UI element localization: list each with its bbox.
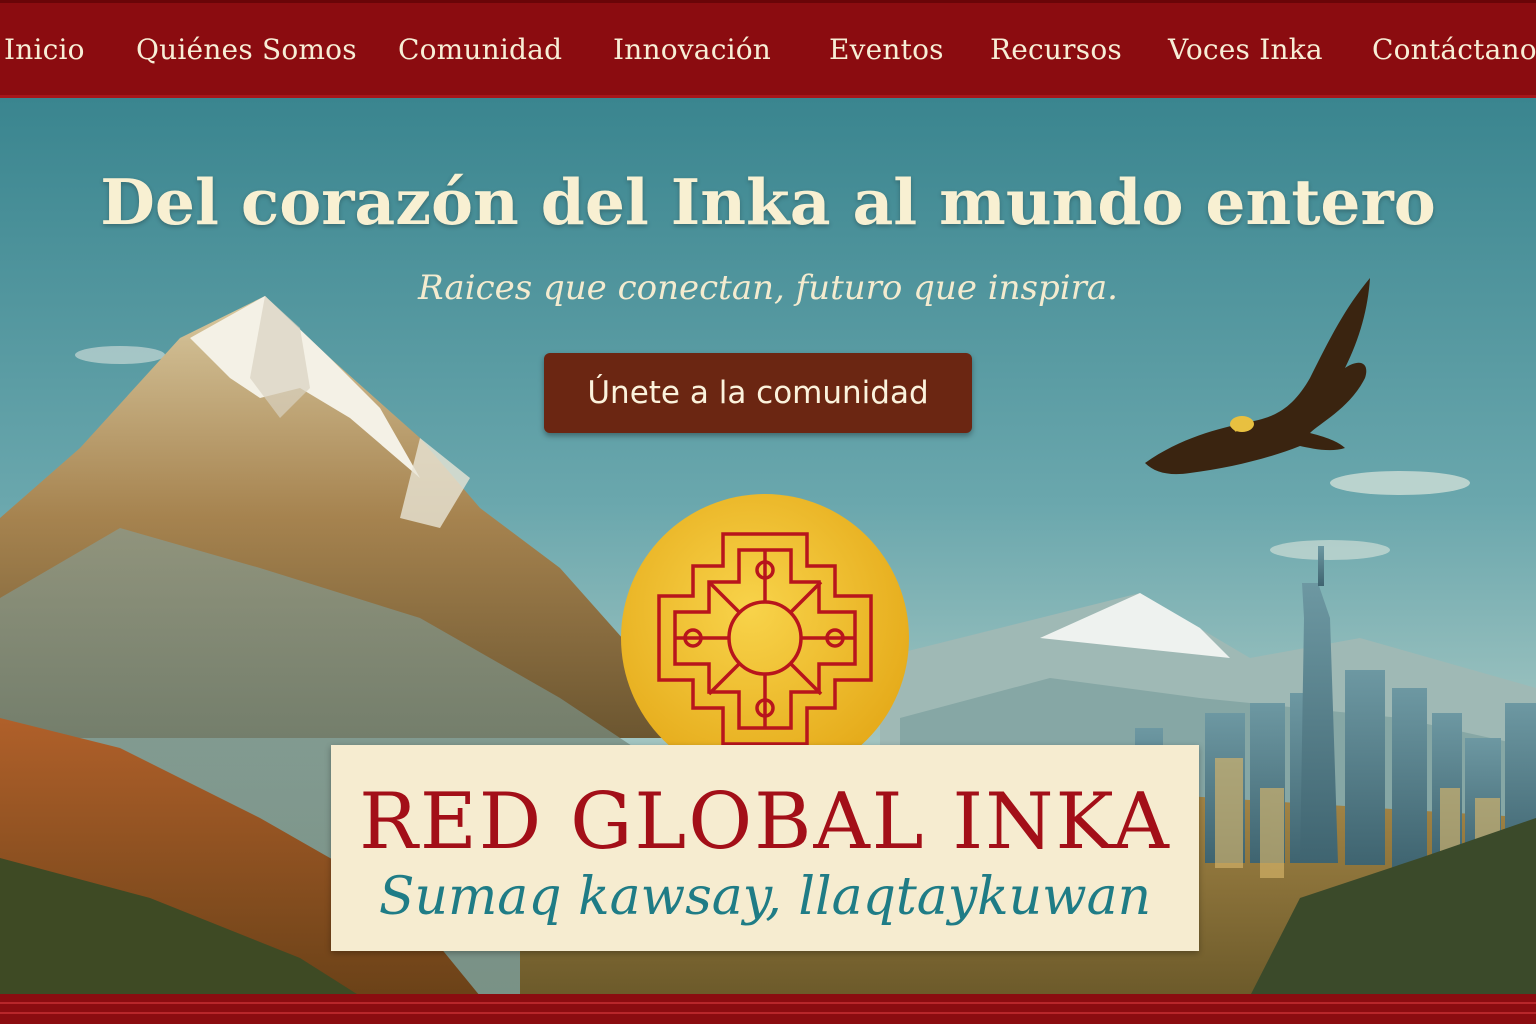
join-community-button[interactable]: Únete a la comunidad (544, 353, 972, 433)
nav-item-innovacion[interactable]: Innovación (613, 33, 771, 66)
chakana-cross-icon (621, 494, 909, 782)
nav-item-eventos[interactable]: Eventos (829, 33, 944, 66)
footer-stripe (0, 994, 1536, 1024)
nav-item-contactanos[interactable]: Contáctanos (1372, 33, 1536, 66)
nav-item-quienes-somos[interactable]: Quiénes Somos (136, 33, 357, 66)
top-navigation: Inicio Quiénes Somos Comunidad Innovació… (0, 0, 1536, 98)
nav-item-comunidad[interactable]: Comunidad (398, 33, 562, 66)
hero-headline: Del corazón del Inka al mundo entero (100, 165, 1436, 239)
footer-stripe-line (0, 1012, 1536, 1014)
brand-subtitle: Sumaq kawsay, llaqtaykuwan (378, 867, 1152, 927)
nav-item-inicio[interactable]: Inicio (4, 33, 85, 66)
brand-banner: RED GLOBAL INKA Sumaq kawsay, llaqtaykuw… (331, 745, 1199, 951)
nav-item-voces-inka[interactable]: Voces Inka (1168, 33, 1323, 66)
footer-stripe-line (0, 1002, 1536, 1004)
brand-title: RED GLOBAL INKA (359, 777, 1171, 867)
hero-tagline: Raices que conectan, futuro que inspira. (418, 268, 1118, 308)
nav-item-recursos[interactable]: Recursos (990, 33, 1122, 66)
